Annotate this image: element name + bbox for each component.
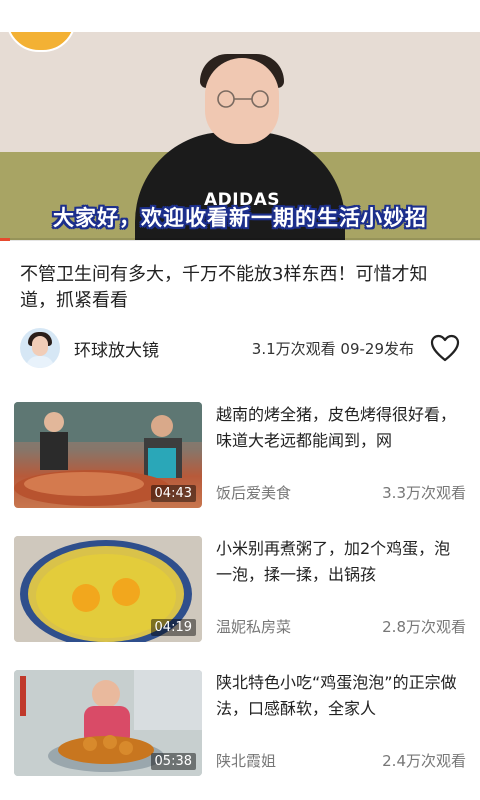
video-duration: 05:38 bbox=[150, 753, 196, 770]
video-progress-fill bbox=[0, 238, 10, 241]
video-title: 不管卫生间有多大，千万不能放3样东西！可惜才知道，抓紧看看 bbox=[20, 264, 428, 311]
avatar-cloth bbox=[26, 356, 54, 368]
video-subtitle: 大家好，欢迎收看新一期的生活小妙招 bbox=[20, 200, 460, 234]
recommendation-item[interactable]: 04:43 越南的烤全猪，皮色烤得很好看，味道大老远都能闻到，网 饭后爱美食 3… bbox=[14, 402, 466, 508]
recommendation-channel: 陕北霞姐 bbox=[216, 752, 277, 770]
recommendation-title: 小米别再煮粥了，加2个鸡蛋，泡一泡，揉一揉，出锅孩 bbox=[216, 539, 451, 584]
video-player[interactable]: ADIDAS 大家好，欢迎收看新一期的生活小妙招 bbox=[0, 32, 480, 240]
video-subtitle-text: 大家好，欢迎收看新一期的生活小妙招 bbox=[53, 206, 427, 230]
video-stats: 3.1万次观看 09-29发布 bbox=[251, 339, 414, 358]
recommendation-item[interactable]: 05:38 陕北特色小吃“鸡蛋泡泡”的正宗做法，口感酥软，全家人 陕北霞姐 2.… bbox=[14, 670, 466, 776]
recommendation-views: 2.8万次观看 bbox=[382, 618, 466, 636]
video-thumbnail: 04:43 bbox=[14, 402, 202, 508]
recommendation-title: 陕北特色小吃“鸡蛋泡泡”的正宗做法，口感酥软，全家人 bbox=[216, 673, 457, 718]
recommendation-title: 越南的烤全猪，皮色烤得很好看，味道大老远都能闻到，网 bbox=[216, 405, 457, 450]
video-thumbnail: 04:19 bbox=[14, 536, 202, 642]
video-progress-bar[interactable] bbox=[0, 238, 480, 241]
recommendation-channel: 温妮私房菜 bbox=[216, 618, 292, 636]
author-avatar[interactable] bbox=[20, 328, 60, 368]
video-duration: 04:19 bbox=[150, 619, 196, 636]
recommendation-item[interactable]: 04:19 小米别再煮粥了，加2个鸡蛋，泡一泡，揉一揉，出锅孩 温妮私房菜 2.… bbox=[14, 536, 466, 642]
glasses-icon bbox=[217, 90, 269, 108]
video-duration: 04:43 bbox=[150, 485, 196, 502]
heart-outline-icon[interactable] bbox=[430, 334, 460, 362]
author-row: 环球放大镜 3.1万次观看 09-29发布 bbox=[20, 326, 460, 370]
video-thumbnail: 05:38 bbox=[14, 670, 202, 776]
recommendation-views: 2.4万次观看 bbox=[382, 752, 466, 770]
author-name[interactable]: 环球放大镜 bbox=[74, 336, 159, 361]
recommendation-channel: 饭后爱美食 bbox=[216, 484, 292, 502]
recommendation-views: 3.3万次观看 bbox=[382, 484, 466, 502]
avatar-face bbox=[32, 336, 48, 356]
